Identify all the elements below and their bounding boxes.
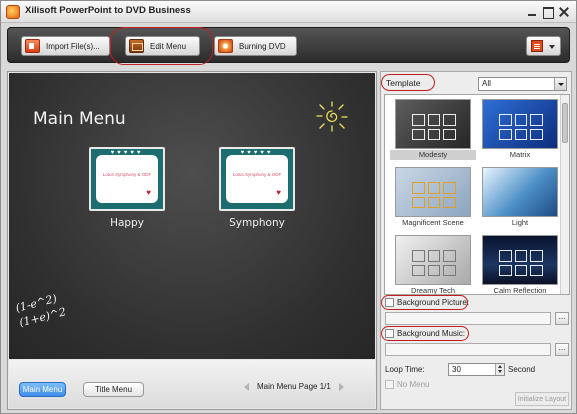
- template-item-calm-reflection[interactable]: Calm Reflection: [482, 235, 558, 294]
- import-files-button[interactable]: Import File(s)...: [21, 36, 110, 56]
- template-thumbnail: [395, 235, 471, 285]
- edit-menu-label: Edit Menu: [150, 41, 187, 51]
- background-picture-path-field[interactable]: [385, 312, 551, 325]
- template-thumbnail: [395, 99, 471, 149]
- background-music-checkbox[interactable]: [385, 329, 394, 338]
- template-thumbnail: [482, 235, 558, 285]
- page-navigator: Main Menu Page 1/1: [244, 382, 344, 391]
- template-filter-value: All: [482, 79, 491, 88]
- menu-preview-stage: Main Menu ♥♥♥♥♥ Lotus Symphony & ODF ♥ H…: [9, 73, 375, 359]
- next-page-icon[interactable]: [338, 382, 344, 391]
- sun-doodle-icon: [316, 101, 348, 132]
- preview-menu-title[interactable]: Main Menu: [33, 109, 126, 129]
- template-item-modesty[interactable]: Modesty: [390, 99, 476, 160]
- xilisoft-app-icon: [6, 5, 20, 19]
- template-label: Template: [386, 78, 421, 88]
- maximize-icon[interactable]: [542, 6, 554, 19]
- menu-preview-panel: Main Menu ♥♥♥♥♥ Lotus Symphony & ODF ♥ H…: [7, 71, 377, 410]
- template-name: Dreamy Tech: [410, 286, 456, 295]
- template-thumbnail: [395, 167, 471, 217]
- frames-icon: [412, 182, 456, 208]
- template-thumbnail: [482, 99, 558, 149]
- frames-icon: [412, 114, 456, 140]
- initialize-layout-button[interactable]: Initialize Layout: [515, 392, 569, 406]
- thumbnail-card: Lotus Symphony & ODF ♥: [96, 155, 158, 203]
- template-filter-select[interactable]: All: [478, 77, 567, 91]
- template-name: Light: [511, 218, 529, 227]
- template-gallery-scrollbar[interactable]: [560, 95, 569, 294]
- chalk-formula: (1-e^2) (1+e)^2: [14, 290, 67, 331]
- stepper-arrows-icon[interactable]: [495, 364, 504, 375]
- loop-time-value: 30: [452, 365, 461, 374]
- background-picture-checkbox[interactable]: [385, 298, 394, 307]
- title-bar: Xilisoft PowerPoint to DVD Business: [1, 1, 576, 23]
- template-item-matrix[interactable]: Matrix: [482, 99, 558, 159]
- template-item-magnificent-scene[interactable]: Magnificent Scene: [395, 167, 471, 227]
- menu-icon: [531, 40, 543, 52]
- burning-dvd-button[interactable]: Burning DVD: [214, 36, 297, 56]
- window-controls: [526, 6, 570, 19]
- menu-item-thumbnail-happy[interactable]: ♥♥♥♥♥ Lotus Symphony & ODF ♥: [89, 147, 165, 211]
- thumbnail-card-text: Lotus Symphony & ODF: [232, 172, 282, 177]
- close-icon[interactable]: [558, 6, 570, 18]
- loop-time-label: Loop Time:: [385, 365, 425, 374]
- no-menu-checkbox[interactable]: [385, 380, 394, 389]
- template-thumbnail: [482, 167, 558, 217]
- burning-dvd-label: Burning DVD: [239, 41, 286, 51]
- template-settings-panel: Template All Modesty Matrix Magnificent …: [380, 71, 572, 410]
- edit-menu-icon: [129, 39, 144, 53]
- template-name: Modesty: [390, 150, 476, 160]
- heart-icon: ♥: [146, 188, 151, 197]
- loop-time-unit: Second: [508, 365, 536, 374]
- template-name: Calm Reflection: [493, 286, 547, 295]
- menu-dropdown-button[interactable]: [526, 36, 561, 56]
- thumbnail-card: Lotus Symphony & ODF ♥: [226, 155, 288, 203]
- window-title: Xilisoft PowerPoint to DVD Business: [25, 5, 191, 16]
- menu-item-label-happy[interactable]: Happy: [77, 217, 177, 229]
- previous-page-icon[interactable]: [244, 382, 249, 391]
- template-item-light[interactable]: Light: [482, 167, 558, 227]
- chevron-down-icon[interactable]: [554, 78, 566, 90]
- template-name: Matrix: [509, 150, 531, 159]
- scrollbar-thumb[interactable]: [562, 103, 568, 143]
- app-window: Xilisoft PowerPoint to DVD Business Impo…: [0, 0, 577, 414]
- frames-icon: [499, 114, 543, 140]
- import-icon: [25, 39, 40, 53]
- frames-icon: [499, 250, 543, 276]
- title-menu-tab[interactable]: Title Menu: [83, 382, 144, 397]
- template-item-dreamy-tech[interactable]: Dreamy Tech: [395, 235, 471, 294]
- heart-icon: ♥: [276, 188, 281, 197]
- frames-icon: [412, 250, 456, 276]
- menu-item-label-symphony[interactable]: Symphony: [207, 217, 307, 229]
- loop-time-stepper[interactable]: 30: [448, 363, 505, 376]
- disc-icon: [218, 39, 233, 53]
- background-music-label: Background Music:: [397, 329, 466, 338]
- background-picture-browse-button[interactable]: ...: [555, 312, 569, 325]
- no-menu-label: No Menu: [397, 380, 430, 389]
- background-music-path-field[interactable]: [385, 343, 551, 356]
- template-name: Magnificent Scene: [402, 218, 464, 227]
- edit-menu-button[interactable]: Edit Menu: [125, 36, 200, 56]
- chevron-down-icon: [549, 45, 555, 49]
- background-picture-label: Background Picture:: [397, 298, 470, 307]
- import-files-label: Import File(s)...: [46, 41, 100, 51]
- preview-bottom-bar: Main Menu Title Menu Main Menu Page 1/1: [9, 360, 375, 408]
- menu-item-thumbnail-symphony[interactable]: ♥♥♥♥♥ Lotus Symphony & ODF ♥: [219, 147, 295, 211]
- thumbnail-card-text: Lotus Symphony & ODF: [102, 172, 152, 177]
- minimize-icon[interactable]: [526, 6, 538, 18]
- template-gallery: Modesty Matrix Magnificent Scene Light D…: [384, 94, 570, 295]
- main-menu-tab[interactable]: Main Menu: [19, 382, 66, 397]
- main-toolbar: Import File(s)... Edit Menu Burning DVD: [7, 27, 570, 65]
- background-music-browse-button[interactable]: ...: [555, 343, 569, 356]
- page-indicator: Main Menu Page 1/1: [257, 382, 331, 391]
